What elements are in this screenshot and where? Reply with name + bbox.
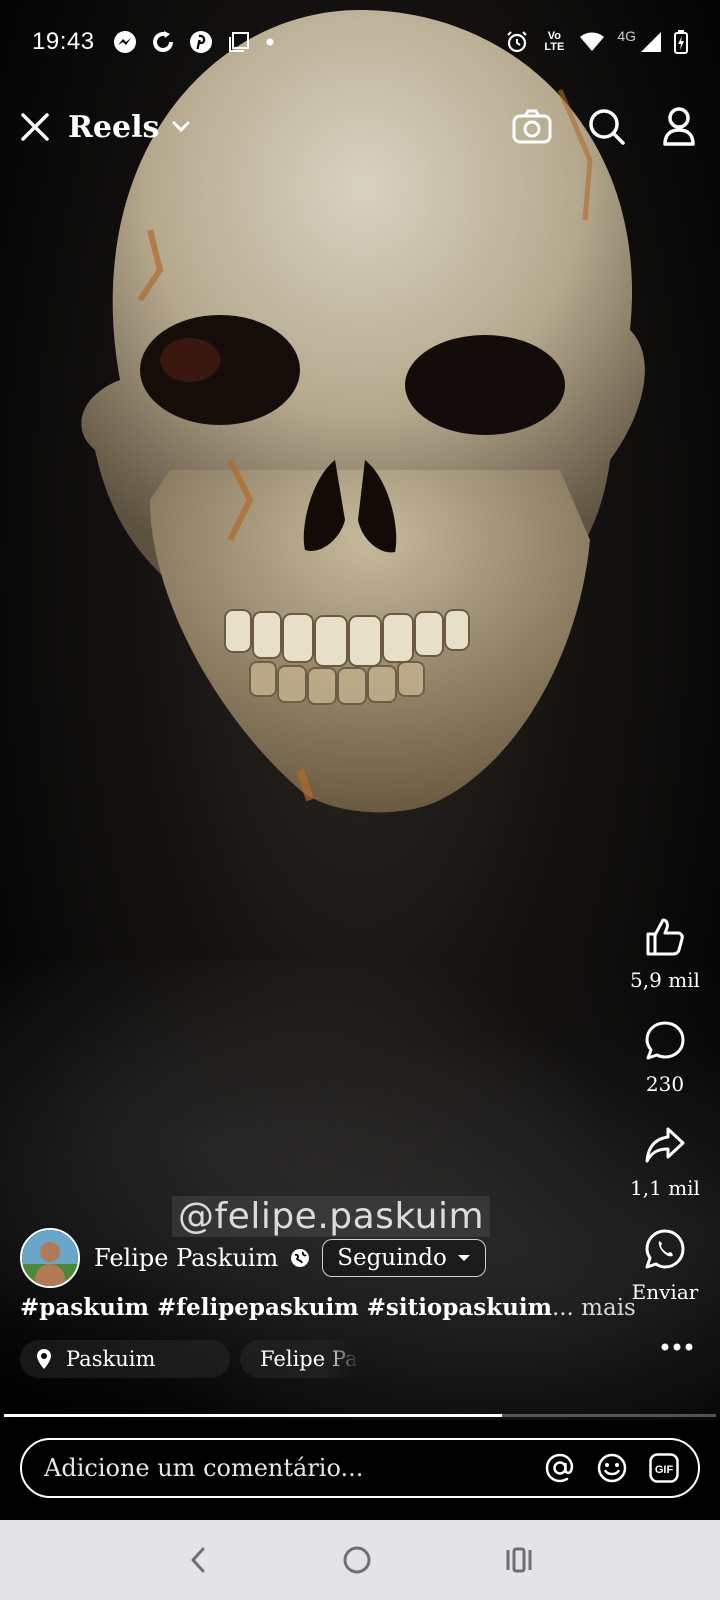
post-caption[interactable]: #paskuim #felipepaskuim #sitiopaskuim...… — [20, 1294, 636, 1321]
following-label: Seguindo — [337, 1245, 447, 1271]
comment-bubble-icon — [644, 1020, 686, 1062]
audio-label: Felipe Paskuim — [260, 1347, 360, 1371]
emoji-icon[interactable] — [596, 1452, 628, 1484]
whatsapp-label: Enviar — [631, 1280, 699, 1304]
comment-button[interactable]: 230 — [644, 1020, 686, 1096]
system-nav-bar — [0, 1520, 720, 1600]
globe-icon — [290, 1248, 310, 1268]
avatar[interactable] — [20, 1228, 80, 1288]
signal-icon — [640, 31, 662, 53]
recents-icon[interactable] — [504, 1545, 534, 1575]
battery-icon — [674, 30, 688, 54]
home-icon[interactable] — [342, 1545, 372, 1575]
whatsapp-icon — [644, 1228, 686, 1270]
back-icon[interactable] — [186, 1545, 210, 1575]
like-button[interactable]: 5,9 mil — [630, 916, 700, 992]
video-progress-bar[interactable] — [4, 1414, 716, 1417]
share-arrow-icon — [644, 1124, 686, 1166]
pinterest-icon — [189, 30, 213, 54]
sync-icon — [151, 30, 175, 54]
status-time: 19:43 — [32, 28, 95, 55]
whatsapp-send-button[interactable]: Enviar — [631, 1228, 699, 1304]
alarm-icon — [505, 30, 529, 54]
search-icon[interactable] — [588, 108, 626, 146]
location-label: Paskuim — [66, 1347, 156, 1371]
page-title[interactable]: Reels — [68, 110, 159, 145]
svg-text:GIF: GIF — [655, 1464, 674, 1476]
caption-hashtags[interactable]: #paskuim #felipepaskuim #sitiopaskuim — [20, 1294, 552, 1321]
wifi-icon — [579, 31, 605, 53]
caption-more-link[interactable]: ... mais — [552, 1295, 636, 1321]
info-chips: Paskuim Felipe Paskuim — [20, 1340, 360, 1378]
gif-icon[interactable]: GIF — [648, 1452, 680, 1484]
following-button[interactable]: Seguindo — [322, 1239, 486, 1277]
screenshot-icon — [227, 30, 251, 54]
video-progress-fill — [4, 1414, 503, 1417]
location-chip[interactable]: Paskuim — [20, 1340, 230, 1378]
more-options-icon[interactable] — [660, 1342, 694, 1352]
dot-icon — [265, 37, 275, 47]
mention-icon[interactable] — [544, 1452, 576, 1484]
author-row: Felipe Paskuim Seguindo — [20, 1228, 486, 1288]
volte-icon: Vo LTE — [544, 30, 565, 53]
status-bar: 19:43 Vo LTE 4G — [0, 0, 720, 84]
audio-chip[interactable]: Felipe Paskuim — [240, 1340, 360, 1378]
author-name[interactable]: Felipe Paskuim — [94, 1244, 278, 1272]
camera-icon[interactable] — [512, 109, 552, 145]
messenger-icon — [113, 30, 137, 54]
like-count: 5,9 mil — [630, 968, 700, 992]
share-count: 1,1 mil — [630, 1176, 700, 1200]
comment-composer: GIF — [20, 1438, 700, 1498]
thumbs-up-icon — [644, 916, 686, 958]
reels-header: Reels — [0, 92, 720, 162]
chevron-down-icon[interactable] — [171, 120, 191, 134]
share-button[interactable]: 1,1 mil — [630, 1124, 700, 1200]
network-label: 4G — [617, 28, 636, 44]
caret-down-icon — [457, 1253, 471, 1263]
close-icon[interactable] — [18, 110, 52, 144]
location-pin-icon — [36, 1348, 52, 1370]
action-rail: 5,9 mil 230 1,1 mil Enviar — [610, 916, 720, 1332]
comment-count: 230 — [645, 1072, 685, 1096]
comment-input[interactable] — [44, 1454, 544, 1482]
profile-icon[interactable] — [662, 107, 696, 147]
